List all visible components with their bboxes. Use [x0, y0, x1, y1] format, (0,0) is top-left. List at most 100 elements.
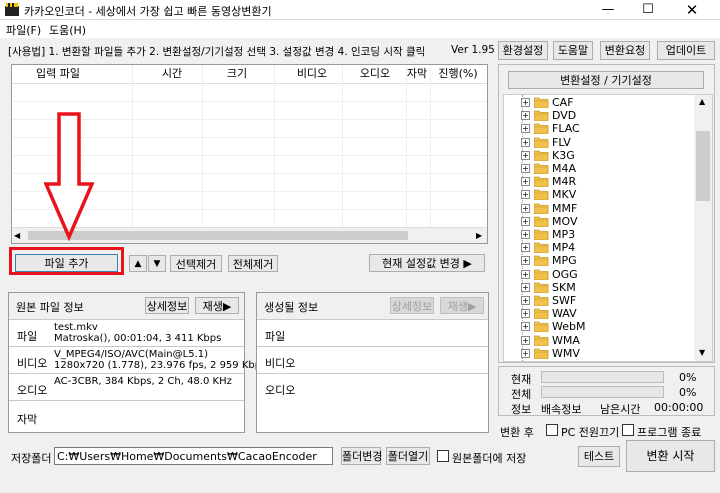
tree-scroll-thumb[interactable] [696, 131, 710, 201]
move-up-button[interactable]: ▲ [129, 255, 147, 272]
source-video-value: V_MPEG4/ISO/AVC(Main@L5.1) 1280x720 (1.7… [54, 349, 267, 371]
output-audio-row: 오디오 [257, 373, 488, 432]
tree-item-label: DVD [552, 109, 577, 123]
tree-item-label: OGG [552, 267, 578, 281]
folder-icon [534, 308, 549, 320]
save-folder-label: 저장폴더 [11, 452, 52, 465]
expand-icon[interactable]: + [521, 269, 530, 279]
move-down-button[interactable]: ▼ [148, 255, 166, 272]
folder-icon [534, 97, 549, 108]
remove-selected-button[interactable]: 선택제거 [170, 255, 222, 272]
source-play-button[interactable]: 재생▶ [195, 297, 239, 314]
tree-item-label: MPG [552, 254, 577, 268]
tree-scrollbar[interactable]: ▲ ▼ [694, 95, 712, 361]
col-video[interactable]: 비디오 [287, 65, 337, 83]
folder-icon [534, 242, 549, 254]
expand-icon[interactable]: + [521, 296, 530, 305]
tree-item-label: MMF [552, 201, 578, 215]
pc-off-checkbox[interactable] [546, 424, 558, 436]
output-file-label: 파일 [265, 330, 286, 343]
expand-icon[interactable]: + [521, 124, 530, 134]
expand-icon[interactable]: + [521, 137, 530, 147]
update-button[interactable]: 업데이트 [657, 41, 715, 60]
expand-icon[interactable]: + [521, 150, 530, 160]
request-button[interactable]: 변환요청 [600, 41, 650, 60]
settings-button[interactable]: 환경설정 [498, 41, 548, 60]
help-button[interactable]: 도움말 [553, 41, 593, 60]
remove-all-button[interactable]: 전체제거 [228, 255, 278, 272]
current-percent: 0% [679, 371, 697, 384]
menu-help[interactable]: 도움(H) [49, 22, 86, 38]
settings-header-button[interactable]: 변환설정 / 기기설정 [508, 71, 704, 89]
add-file-button[interactable]: 파일 추가 [15, 254, 118, 272]
source-detail-button[interactable]: 상세정보 [145, 297, 189, 314]
usage-instructions: [사용법] 1. 변환할 파일들 추가 2. 변환설정/기기설정 선택 3. 설… [8, 46, 426, 58]
expand-icon[interactable]: + [521, 335, 530, 345]
col-audio[interactable]: 오디오 [350, 65, 400, 83]
menu-bar: 파일(F) 도움(H) [0, 20, 720, 38]
source-audio-row: 오디오 AC-3CBR, 384 Kbps, 2 Ch, 48.0 KHz [9, 373, 244, 400]
change-settings-button[interactable]: 현재 설정값 변경 ▶ [369, 254, 485, 272]
change-folder-button[interactable]: 폴더변경 [341, 447, 382, 465]
minimize-icon[interactable]: — [592, 0, 624, 20]
expand-icon[interactable]: + [521, 243, 530, 253]
tree-item-label: WebM [552, 320, 586, 334]
scroll-right-icon[interactable]: ▶ [476, 231, 482, 240]
output-play-button[interactable]: 재생▶ [440, 297, 484, 314]
expand-icon[interactable]: + [521, 216, 530, 226]
expand-icon[interactable]: + [521, 111, 530, 121]
col-size[interactable]: 크기 [217, 65, 257, 83]
expand-icon[interactable]: + [521, 230, 530, 239]
expand-icon[interactable]: + [521, 348, 530, 358]
after-convert-label: 변환 후 [500, 426, 534, 439]
start-convert-button[interactable]: 변환 시작 [626, 440, 715, 472]
output-video-label: 비디오 [265, 357, 296, 370]
close-icon[interactable]: ✕ [676, 0, 708, 20]
total-label: 전체 [511, 388, 532, 401]
open-folder-button[interactable]: 폴더열기 [386, 447, 430, 465]
output-audio-label: 오디오 [265, 384, 296, 397]
expand-icon[interactable]: + [521, 190, 530, 200]
expand-icon[interactable]: + [521, 164, 530, 173]
expand-icon[interactable]: + [521, 309, 530, 319]
exit-program-checkbox[interactable] [622, 424, 634, 436]
expand-icon[interactable]: + [521, 256, 530, 266]
scroll-down-icon[interactable]: ▼ [699, 348, 705, 357]
status-panel: 현재 0% 전체 0% 정보 배속정보 남은시간 00:00:00 [498, 366, 715, 416]
folder-icon [534, 123, 549, 135]
expand-icon[interactable]: + [521, 322, 530, 332]
scroll-left-icon[interactable]: ◀ [14, 231, 20, 240]
down-arrow-annotation [44, 112, 94, 242]
maximize-icon[interactable]: ☐ [632, 0, 664, 20]
col-input-file[interactable]: 입력 파일 [18, 65, 98, 83]
remaining-time: 00:00:00 [654, 401, 704, 414]
tree-item-label: SWF [552, 294, 577, 307]
col-progress[interactable]: 진행(%) [434, 65, 482, 83]
same-as-source-label: 원본폴더에 저장 [452, 452, 527, 465]
folder-icon [534, 110, 549, 122]
tree-item-label: WAV [552, 307, 577, 321]
tree-item-label: FLAC [552, 122, 580, 136]
menu-file[interactable]: 파일(F) [6, 22, 41, 38]
expand-icon[interactable]: + [521, 98, 530, 107]
save-folder-input[interactable] [54, 447, 333, 465]
source-info-title: 원본 파일 정보 [16, 301, 84, 314]
tree-item-label: WMA [552, 333, 580, 347]
scroll-up-icon[interactable]: ▲ [699, 97, 705, 106]
output-detail-button[interactable]: 상세정보 [390, 297, 434, 314]
expand-icon[interactable]: + [521, 177, 530, 187]
exit-program-label: 프로그램 종료 [637, 426, 702, 439]
col-time[interactable]: 시간 [152, 65, 192, 83]
expand-icon[interactable]: + [521, 282, 530, 292]
title-bar: 카카오인코더 - 세상에서 가장 쉽고 빠른 동영상변환기 — ☐ ✕ [0, 0, 720, 20]
tree-item-label: WMV [552, 346, 580, 360]
folder-icon [534, 203, 549, 214]
folder-icon [534, 150, 549, 161]
same-as-source-checkbox[interactable] [437, 450, 449, 462]
format-tree[interactable]: + CAF + DVD + FLAC + FLV + K3G + M4A + M4R + MKV + MMF + MO… [503, 94, 713, 362]
info-label: 정보 [511, 403, 532, 416]
folder-icon [534, 137, 549, 148]
expand-icon[interactable]: + [521, 203, 530, 213]
output-info-title: 생성될 정보 [264, 301, 319, 314]
test-button[interactable]: 테스트 [578, 446, 620, 467]
